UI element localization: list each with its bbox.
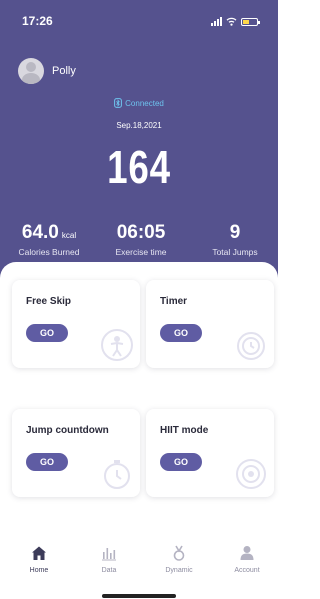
stat-label: Exercise time xyxy=(115,247,167,257)
stat-calories: 64.0 kcal Calories Burned xyxy=(4,222,94,257)
go-button[interactable]: GO xyxy=(26,324,68,342)
stat-value: 64.0 xyxy=(21,222,59,243)
mode-title: Jump countdown xyxy=(26,425,109,436)
bar-chart-icon xyxy=(102,548,116,561)
tab-dynamic[interactable]: Dynamic xyxy=(154,545,204,574)
medal-icon xyxy=(173,545,185,561)
stat-value: 06:05 xyxy=(116,222,166,243)
tab-data[interactable]: Data xyxy=(84,545,134,574)
person-icon xyxy=(240,546,254,560)
session-date: Sep.18,2021 xyxy=(116,121,162,130)
mode-card-free-skip[interactable]: Free Skip GO xyxy=(12,280,140,368)
jumper-icon xyxy=(101,329,133,361)
stat-label: Calories Burned xyxy=(18,247,80,257)
tab-label: Data xyxy=(101,567,117,574)
mode-title: HIIT mode xyxy=(160,425,209,436)
status-time: 17:26 xyxy=(22,14,53,28)
session-stats: 64.0 kcal Calories Burned 06:05 Exercise … xyxy=(0,222,278,266)
home-indicator xyxy=(102,594,176,598)
stat-exercise-time: 06:05 Exercise time xyxy=(96,222,186,257)
stat-unit: kcal xyxy=(61,231,77,240)
stopwatch-icon xyxy=(104,460,130,489)
mode-card-hiit[interactable]: HIIT mode GO xyxy=(146,409,274,497)
stat-value: 9 xyxy=(229,222,241,243)
mode-card-timer[interactable]: Timer GO xyxy=(146,280,274,368)
tab-home[interactable]: Home xyxy=(14,545,64,574)
bluetooth-icon xyxy=(114,98,123,108)
tab-account[interactable]: Account xyxy=(222,545,272,574)
tab-bar: Home Data Dynamic Account xyxy=(0,545,278,599)
mode-panel: Free Skip GO Timer GO Jump countdown GO … xyxy=(0,262,278,552)
stat-label: Total Jumps xyxy=(212,247,258,257)
connection-status: Connected xyxy=(0,98,278,108)
go-button[interactable]: GO xyxy=(160,324,202,342)
tab-label: Account xyxy=(234,567,260,574)
user-profile[interactable]: Polly xyxy=(18,58,76,84)
mode-title: Free Skip xyxy=(26,296,72,307)
go-button[interactable]: GO xyxy=(26,453,68,471)
tab-label: Home xyxy=(29,567,49,574)
jump-count: 164 xyxy=(107,141,171,193)
battery-icon xyxy=(241,17,260,26)
home-icon xyxy=(32,546,46,560)
go-button[interactable]: GO xyxy=(160,453,202,471)
connection-label: Connected xyxy=(125,98,164,108)
status-bar: 17:26 xyxy=(0,14,278,32)
signal-icon xyxy=(211,17,222,26)
stat-total-jumps: 9 Total Jumps xyxy=(190,222,280,257)
mode-title: Timer xyxy=(160,296,188,307)
target-icon xyxy=(236,459,266,489)
clock-icon xyxy=(237,332,265,360)
wifi-icon xyxy=(226,17,237,26)
status-icons xyxy=(211,17,260,26)
avatar[interactable] xyxy=(18,58,44,84)
summary-header: 17:26 Polly Connected Sep.18,2021 164 64… xyxy=(0,0,278,290)
tab-label: Dynamic xyxy=(165,567,193,574)
mode-card-jump-countdown[interactable]: Jump countdown GO xyxy=(12,409,140,497)
user-name: Polly xyxy=(52,65,76,77)
